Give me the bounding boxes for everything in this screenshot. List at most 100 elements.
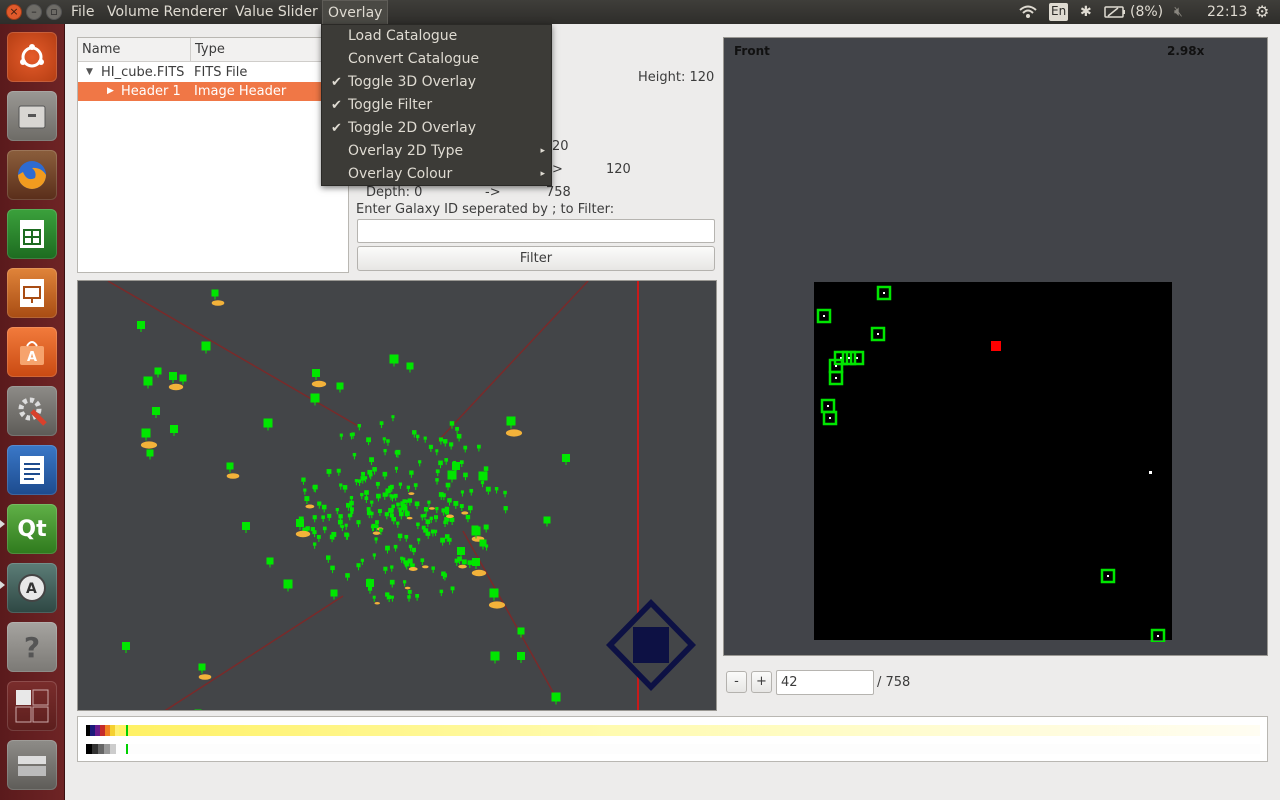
galaxy-marker: [377, 509, 382, 516]
volume-render-canvas[interactable]: [78, 281, 717, 711]
galaxy-marker: [398, 482, 403, 489]
galaxy-marker: [449, 517, 455, 525]
galaxy-marker: [397, 533, 403, 542]
galaxy-filter-input[interactable]: [357, 219, 715, 243]
galaxy-marker: [406, 362, 414, 373]
system-settings-icon[interactable]: [7, 386, 57, 436]
galaxy-marker: [326, 469, 332, 477]
calc-icon[interactable]: [7, 209, 57, 259]
slice-canvas[interactable]: [814, 282, 1174, 642]
selected-source-marker: [991, 341, 1001, 351]
tree-row-name: HI_cube.FITS: [101, 65, 185, 80]
overlay-dropdown-menu: Load Catalogue Convert Catalogue ✔ Toggl…: [321, 24, 552, 186]
help-icon[interactable]: ?: [7, 622, 57, 672]
menu-item-toggle-3d-overlay[interactable]: ✔ Toggle 3D Overlay: [322, 71, 551, 94]
galaxy-marker: [372, 595, 380, 605]
clock[interactable]: 22:13: [1207, 0, 1247, 24]
galaxy-marker: [423, 507, 429, 515]
galaxy-marker: [266, 557, 274, 568]
keyboard-icon[interactable]: En: [1049, 3, 1069, 21]
wifi-icon[interactable]: [1018, 4, 1038, 28]
galaxy-marker: [316, 534, 321, 542]
galaxy-marker: [386, 439, 390, 446]
galaxy-marker: [396, 521, 400, 528]
galaxy-marker: [425, 519, 431, 527]
writer-icon[interactable]: [7, 445, 57, 495]
galaxy-marker: [170, 425, 178, 436]
galaxy-marker: [418, 460, 422, 467]
transfer-function-bar[interactable]: [77, 716, 1268, 762]
galaxy-marker: [478, 471, 488, 484]
menu-item-overlay-colour[interactable]: Overlay Colour ▸: [322, 163, 551, 186]
tree-row[interactable]: ▼ HI_cube.FITS FITS File: [78, 63, 348, 82]
menu-file[interactable]: File: [66, 0, 99, 24]
collapse-arrow-icon[interactable]: ▶: [107, 82, 114, 101]
menu-item-toggle-2d-overlay[interactable]: ✔ Toggle 2D Overlay: [322, 117, 551, 140]
files-icon[interactable]: [7, 91, 57, 141]
software-updater-icon[interactable]: A: [7, 563, 57, 613]
galaxy-marker: [179, 374, 187, 385]
galaxy-marker: [420, 558, 429, 569]
galaxy-marker: [336, 468, 341, 476]
menu-item-overlay-2d-type[interactable]: Overlay 2D Type ▸: [322, 140, 551, 163]
slice-decrement-button[interactable]: -: [726, 671, 747, 693]
volume-icon[interactable]: 🔇︎: [1174, 0, 1183, 24]
galaxy-marker: [449, 442, 454, 450]
trash-icon[interactable]: [7, 740, 57, 790]
tree-row-selected[interactable]: ▶ Header 1 Image Header: [78, 82, 348, 101]
galaxy-marker: [465, 514, 471, 523]
window-close-button[interactable]: ×: [6, 4, 22, 20]
workspace-switcher-icon[interactable]: [7, 681, 57, 731]
menu-item-toggle-filter[interactable]: ✔ Toggle Filter: [322, 94, 551, 117]
galaxy-marker: [321, 515, 325, 522]
menu-volume-renderer[interactable]: Volume Renderer: [102, 0, 232, 24]
gear-icon[interactable]: ⚙: [1255, 0, 1269, 24]
colormap-strip[interactable]: [78, 717, 1267, 761]
battery-icon[interactable]: [1104, 6, 1126, 30]
galaxy-marker: [447, 537, 452, 545]
impress-icon[interactable]: [7, 268, 57, 318]
filter-button[interactable]: Filter: [357, 246, 715, 271]
menu-item-convert-catalogue[interactable]: Convert Catalogue: [322, 48, 551, 71]
top-panel: × – ▫ File Volume Renderer Value Slider …: [0, 0, 1280, 24]
qt-creator-icon[interactable]: Qt: [7, 504, 57, 554]
galaxy-marker: [383, 566, 388, 574]
galaxy-marker: [444, 458, 448, 465]
width-max-value: 20: [552, 139, 569, 154]
galaxy-marker: [374, 537, 378, 544]
slice-index-input[interactable]: 42: [776, 670, 874, 695]
menu-item-load-catalogue[interactable]: Load Catalogue: [322, 25, 551, 48]
galaxy-marker: [426, 531, 431, 539]
galaxy-marker: [463, 472, 468, 481]
firefox-icon[interactable]: [7, 150, 57, 200]
running-indicator: [0, 581, 5, 589]
galaxy-marker: [382, 471, 388, 480]
galaxy-marker: [356, 563, 361, 571]
window-minimize-button[interactable]: –: [26, 4, 42, 20]
launcher: A Qt A ?: [0, 24, 65, 800]
column-header-name[interactable]: Name: [78, 38, 190, 62]
check-icon: ✔: [331, 121, 342, 136]
overlay-center-dot: [877, 333, 879, 335]
galaxy-marker: [435, 506, 439, 514]
galaxy-marker: [389, 354, 399, 367]
bluetooth-icon[interactable]: ✱: [1080, 0, 1092, 24]
galaxy-marker: [363, 476, 368, 483]
galaxy-marker: [339, 433, 343, 440]
expand-arrow-icon[interactable]: ▼: [86, 63, 93, 82]
depth-arrow: ->: [485, 185, 501, 200]
window-maximize-button[interactable]: ▫: [46, 4, 62, 20]
galaxy-marker: [503, 506, 508, 514]
galaxy-marker: [345, 573, 350, 581]
ubuntu-logo-icon[interactable]: [7, 32, 57, 82]
height-label: Height: 120: [638, 70, 715, 85]
slice-increment-button[interactable]: +: [751, 671, 772, 693]
software-center-icon[interactable]: A: [7, 327, 57, 377]
galaxy-marker: [360, 492, 364, 500]
volume-3d-view[interactable]: [77, 280, 717, 711]
galaxy-marker: [242, 522, 250, 533]
file-tree[interactable]: Name Type ▼ HI_cube.FITS FITS File ▶ Hea…: [77, 37, 349, 273]
menu-value-slider[interactable]: Value Slider: [230, 0, 323, 24]
orientation-widget[interactable]: [606, 599, 696, 691]
menu-overlay[interactable]: Overlay: [322, 0, 389, 24]
